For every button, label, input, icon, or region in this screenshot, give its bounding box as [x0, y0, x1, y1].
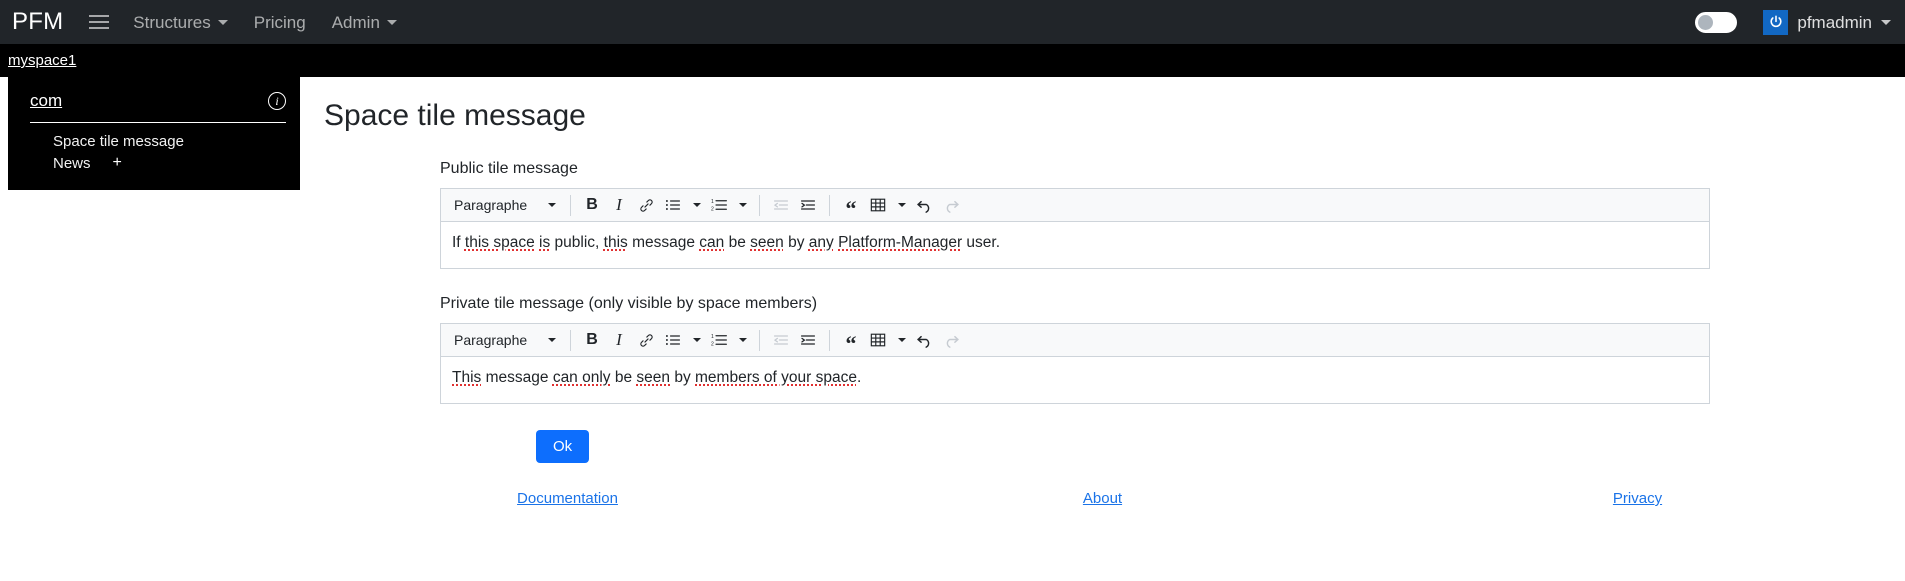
toolbar-separator	[570, 194, 571, 216]
bulleted-list-chevron-icon[interactable]	[687, 327, 705, 353]
svg-text:2: 2	[711, 342, 714, 347]
space-item-space-tile-message[interactable]: Space tile message	[30, 131, 286, 152]
footer-link-about[interactable]: About	[1083, 490, 1122, 507]
public-tile-message-content[interactable]: If this space is public, this message ca…	[440, 222, 1710, 269]
indent-icon[interactable]	[795, 192, 821, 218]
toolbar-separator	[829, 329, 830, 351]
chevron-down-icon	[548, 338, 556, 342]
top-navbar: PFM Structures Pricing Admin pfmadmin	[0, 0, 1905, 44]
footer-link-privacy[interactable]: Privacy	[1613, 490, 1662, 507]
svg-text:1: 1	[711, 334, 714, 340]
form-actions: Ok	[440, 430, 1905, 463]
outdent-icon[interactable]	[768, 327, 794, 353]
undo-icon[interactable]	[911, 192, 937, 218]
private-tile-message-content[interactable]: This message can only be seen by members…	[440, 357, 1710, 404]
toolbar-separator	[570, 329, 571, 351]
link-icon[interactable]	[633, 192, 659, 218]
primary-nav: Structures Pricing Admin	[133, 14, 397, 31]
table-chevron-icon[interactable]	[892, 327, 910, 353]
page-footer: Documentation About Privacy	[300, 490, 1905, 507]
toolbar-separator	[829, 194, 830, 216]
private-tile-message-editor: Paragraphe B I 1 2 “ This message can on…	[440, 323, 1710, 404]
paragraph-format-value: Paragraphe	[454, 197, 528, 213]
nav-item-admin-label: Admin	[331, 12, 380, 32]
chevron-down-icon	[548, 203, 556, 207]
add-news-button[interactable]: +	[113, 154, 122, 172]
nav-item-pricing[interactable]: Pricing	[254, 14, 306, 31]
breadcrumb-item-myspace1[interactable]: myspace1	[8, 52, 76, 69]
chevron-down-icon	[217, 19, 228, 25]
numbered-list-chevron-icon[interactable]	[733, 192, 751, 218]
space-title-link[interactable]: com	[30, 91, 62, 111]
paragraph-format-select[interactable]: Paragraphe	[450, 192, 562, 218]
ok-button[interactable]: Ok	[536, 430, 590, 463]
footer-col-documentation: Documentation	[300, 490, 835, 507]
editor-toolbar: Paragraphe B I 1 2 “	[440, 323, 1710, 357]
outdent-icon[interactable]	[768, 192, 794, 218]
chevron-down-icon	[386, 19, 397, 25]
nav-item-structures[interactable]: Structures	[133, 12, 228, 32]
bold-icon[interactable]: B	[579, 192, 605, 218]
redo-icon[interactable]	[938, 327, 964, 353]
space-panel-header: com i	[30, 91, 286, 111]
numbered-list-chevron-icon[interactable]	[733, 327, 751, 353]
italic-icon[interactable]: I	[606, 192, 632, 218]
space-item-news[interactable]: News +	[30, 152, 286, 174]
redo-icon[interactable]	[938, 192, 964, 218]
breadcrumb: myspace1	[0, 44, 1905, 77]
table-chevron-icon[interactable]	[892, 192, 910, 218]
chevron-down-icon	[1881, 19, 1891, 25]
paragraph-format-select[interactable]: Paragraphe	[450, 327, 562, 353]
public-tile-message-field: Public tile message Paragraphe B I 1 2 “…	[440, 160, 1710, 269]
theme-toggle[interactable]	[1695, 11, 1738, 33]
bulleted-list-chevron-icon[interactable]	[687, 192, 705, 218]
space-item-label: Space tile message	[53, 133, 184, 150]
hamburger-icon[interactable]	[89, 11, 111, 33]
bold-icon[interactable]: B	[579, 327, 605, 353]
editor-toolbar: Paragraphe B I 1 2 “	[440, 188, 1710, 222]
italic-icon[interactable]: I	[606, 327, 632, 353]
main-content: Space tile message Public tile message P…	[300, 77, 1905, 507]
private-tile-message-field: Private tile message (only visible by sp…	[440, 295, 1710, 404]
public-tile-message-editor: Paragraphe B I 1 2 “ If this space is pu…	[440, 188, 1710, 269]
table-icon[interactable]	[865, 327, 891, 353]
blockquote-icon[interactable]: “	[838, 192, 864, 219]
footer-col-privacy: Privacy	[1370, 490, 1905, 507]
space-panel: com i Space tile message News +	[8, 77, 300, 190]
page-body: com i Space tile message News + Space ti…	[0, 77, 1905, 507]
theme-toggle-knob	[1698, 14, 1714, 30]
undo-icon[interactable]	[911, 327, 937, 353]
private-tile-message-label: Private tile message (only visible by sp…	[440, 295, 818, 312]
nav-item-structures-label: Structures	[133, 12, 211, 32]
paragraph-format-value: Paragraphe	[454, 332, 528, 348]
nav-item-admin[interactable]: Admin	[332, 14, 397, 31]
svg-text:2: 2	[711, 207, 714, 212]
user-name-label: pfmadmin	[1797, 12, 1872, 32]
brand-logo[interactable]: PFM	[12, 10, 63, 34]
svg-text:1: 1	[711, 199, 714, 205]
space-item-label: News	[53, 154, 91, 172]
indent-icon[interactable]	[795, 327, 821, 353]
user-menu[interactable]: pfmadmin	[1763, 9, 1891, 35]
footer-col-about: About	[835, 490, 1370, 507]
space-panel-divider	[30, 122, 286, 123]
power-icon	[1763, 9, 1789, 35]
toolbar-separator	[759, 194, 760, 216]
footer-link-documentation[interactable]: Documentation	[517, 490, 618, 507]
info-icon[interactable]: i	[268, 92, 286, 110]
numbered-list-icon[interactable]: 1 2	[706, 327, 732, 353]
table-icon[interactable]	[865, 192, 891, 218]
link-icon[interactable]	[633, 327, 659, 353]
bulleted-list-icon[interactable]	[660, 192, 686, 218]
blockquote-icon[interactable]: “	[838, 327, 864, 354]
page-title: Space tile message	[324, 99, 586, 132]
nav-item-pricing-label: Pricing	[253, 12, 306, 32]
toolbar-separator	[759, 329, 760, 351]
bulleted-list-icon[interactable]	[660, 327, 686, 353]
numbered-list-icon[interactable]: 1 2	[706, 192, 732, 218]
public-tile-message-label: Public tile message	[440, 160, 578, 177]
